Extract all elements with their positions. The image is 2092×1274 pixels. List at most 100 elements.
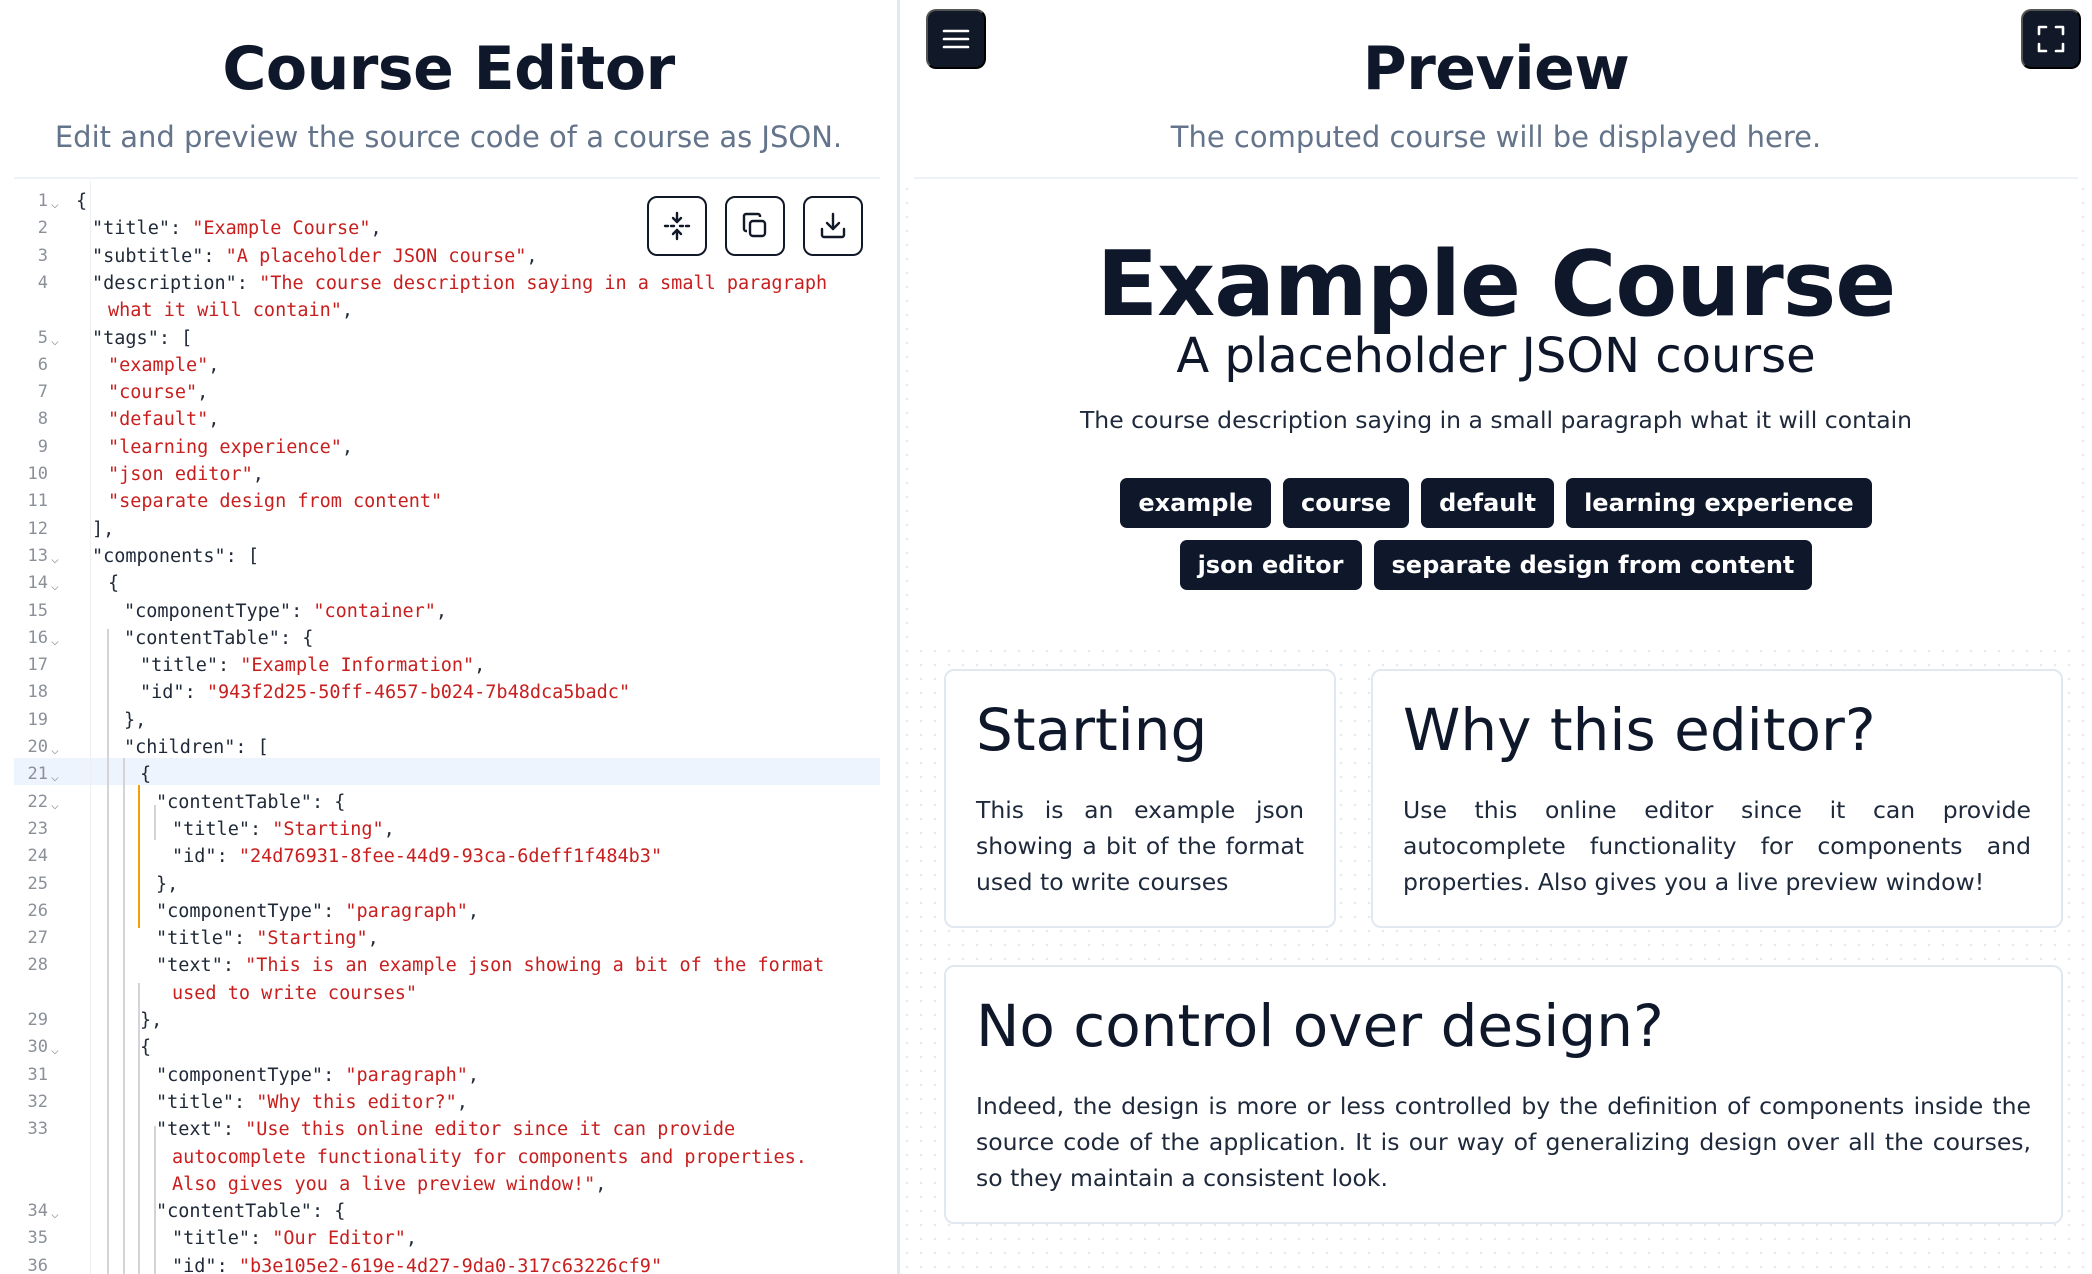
- fold-chevron-icon[interactable]: ⌵: [51, 792, 59, 819]
- code-line[interactable]: 28 "text": "This is an example json showi…: [14, 952, 880, 979]
- code-text: "contentTable": {: [156, 1198, 345, 1225]
- fold-chevron-icon[interactable]: ⌵: [51, 737, 59, 764]
- code-line[interactable]: 30 ⌵ {: [14, 1034, 880, 1061]
- code-line[interactable]: 29},: [14, 1007, 880, 1034]
- code-line[interactable]: 27 "title": "Starting",: [14, 925, 880, 952]
- format-code-button[interactable]: [647, 196, 707, 256]
- code-text: {: [108, 570, 119, 597]
- tag-badge: learning experience: [1566, 478, 1872, 528]
- code-line[interactable]: used to write courses": [14, 980, 880, 1007]
- card-title: Why this editor?: [1403, 696, 1876, 764]
- code-line[interactable]: Also gives you a live preview window!",: [14, 1171, 880, 1198]
- string-token: "943f2d25-50ff-4657-b024-7b48dca5badc": [206, 682, 631, 704]
- code-text: ],: [92, 516, 114, 543]
- code-line[interactable]: 10 "json editor",: [14, 461, 880, 488]
- code-line[interactable]: 14 ⌵ {: [14, 570, 880, 597]
- code-line[interactable]: 26 "componentType": "paragraph",: [14, 898, 880, 925]
- code-line[interactable]: 36 "id": "b3e105e2-619e-4d27-9da0-317c632…: [14, 1253, 880, 1274]
- punctuation-token: :: [217, 655, 241, 677]
- key-token: "title": [172, 1228, 250, 1250]
- editor-subtitle: Edit and preview the source code of a co…: [54, 120, 843, 154]
- line-number: 4: [37, 272, 48, 293]
- punctuation-token: : {: [311, 1201, 346, 1223]
- code-line[interactable]: what it will contain",: [14, 297, 880, 324]
- punctuation-token: ,: [467, 1064, 480, 1086]
- download-code-button[interactable]: [803, 196, 863, 256]
- punctuation-token: : [: [225, 545, 260, 567]
- menu-button[interactable]: [926, 9, 986, 69]
- fold-chevron-icon[interactable]: ⌵: [51, 764, 59, 791]
- string-token: "24d76931-8fee-44d9-93ca-6deff1f484b3": [238, 846, 663, 868]
- code-line[interactable]: 35 "title": "Our Editor",: [14, 1225, 880, 1252]
- code-line[interactable]: 18 "id": "943f2d25-50ff-4657-b024-7b48dca…: [14, 679, 880, 706]
- punctuation-token: :: [323, 900, 346, 922]
- code-line[interactable]: 7 "course",: [14, 379, 880, 406]
- code-line[interactable]: 22 ⌵ "contentTable": {: [14, 789, 880, 816]
- tag-badge: separate design from content: [1373, 540, 1813, 590]
- code-text: used to write courses": [172, 980, 417, 1007]
- code-line[interactable]: 33 "text": "Use this online editor since …: [14, 1116, 880, 1143]
- punctuation-token: ,: [370, 218, 382, 240]
- line-number: 23: [27, 818, 48, 839]
- code-text: "title": "Example Information",: [140, 652, 485, 679]
- code-line[interactable]: 9 "learning experience",: [14, 434, 880, 461]
- punctuation-token: :: [291, 600, 314, 622]
- code-line[interactable]: 25},: [14, 871, 880, 898]
- fold-chevron-icon[interactable]: ⌵: [51, 328, 59, 355]
- code-text: Also gives you a live preview window!",: [172, 1171, 606, 1198]
- fold-chevron-icon[interactable]: ⌵: [51, 191, 59, 218]
- code-line[interactable]: 12],: [14, 516, 880, 543]
- code-line[interactable]: autocomplete functionality for component…: [14, 1144, 880, 1171]
- copy-code-button[interactable]: [725, 196, 785, 256]
- code-text: },: [140, 1007, 162, 1034]
- app-root: Course Editor Edit and preview the sourc…: [0, 0, 2092, 1274]
- course-title: Example Course: [1096, 232, 1897, 337]
- fold-chevron-icon[interactable]: ⌵: [51, 573, 59, 600]
- code-line[interactable]: 21 ⌵ {: [14, 761, 880, 788]
- code-line[interactable]: 31 "componentType": "paragraph",: [14, 1062, 880, 1089]
- line-number: 2: [37, 218, 48, 239]
- fullscreen-button[interactable]: [2021, 9, 2081, 69]
- line-number: 33: [27, 1119, 48, 1140]
- code-line[interactable]: 5 ⌵ "tags": [: [14, 325, 880, 352]
- code-line[interactable]: 32 "title": "Why this editor?",: [14, 1089, 880, 1116]
- tag-badge: json editor: [1179, 540, 1362, 590]
- code-text: "learning experience",: [108, 434, 353, 461]
- code-line[interactable]: 4 "description": "The course description …: [14, 270, 880, 297]
- punctuation-token: :: [184, 682, 207, 704]
- punctuation-token: ,: [208, 409, 220, 431]
- line-number: 30: [27, 1037, 48, 1058]
- fold-chevron-icon[interactable]: ⌵: [51, 1201, 59, 1228]
- card-text: Indeed, the design is more or less contr…: [976, 1092, 2031, 1192]
- fold-chevron-icon[interactable]: ⌵: [51, 546, 59, 573]
- punctuation-token: ,: [526, 245, 538, 267]
- line-number: 5: [37, 327, 48, 348]
- fold-chevron-icon[interactable]: ⌵: [51, 628, 59, 655]
- key-token: "title": [156, 928, 234, 950]
- code-line[interactable]: 34 ⌵ "contentTable": {: [14, 1198, 880, 1225]
- code-line[interactable]: 6 "example",: [14, 352, 880, 379]
- string-token: "Starting": [272, 818, 384, 840]
- code-text: "id": "943f2d25-50ff-4657-b024-7b48dca5b…: [140, 679, 630, 706]
- code-line[interactable]: 20 ⌵ "children": [: [14, 734, 880, 761]
- fold-chevron-icon[interactable]: ⌵: [51, 1037, 59, 1064]
- code-line[interactable]: 19},: [14, 707, 880, 734]
- code-line[interactable]: 13 ⌵ "components": [: [14, 543, 880, 570]
- line-number: 20: [27, 737, 48, 757]
- key-token: "title": [172, 818, 250, 840]
- code-line[interactable]: 24 "id": "24d76931-8fee-44d9-93ca-6deff1f…: [14, 843, 880, 870]
- code-editor[interactable]: 1 ⌵{2 "title": "Example Course", 3 "subtitle…: [14, 181, 880, 1274]
- line-number: 13: [27, 545, 48, 566]
- card-text: Use this online editor since it can prov…: [1403, 796, 2031, 896]
- code-line[interactable]: 8 "default",: [14, 406, 880, 433]
- code-line[interactable]: 11 "separate design from content": [14, 488, 880, 515]
- code-line[interactable]: 16 ⌵ "contentTable": {: [14, 625, 880, 652]
- punctuation-token: {: [108, 573, 120, 595]
- code-line[interactable]: 23 "title": "Starting",: [14, 816, 880, 843]
- code-line[interactable]: 15 "componentType": "container",: [14, 598, 880, 625]
- key-token: "children": [124, 737, 236, 758]
- line-number: 8: [37, 409, 48, 430]
- code-line[interactable]: 17 "title": "Example Information",: [14, 652, 880, 679]
- punctuation-token: :: [233, 1091, 257, 1113]
- punctuation-token: ,: [208, 354, 220, 376]
